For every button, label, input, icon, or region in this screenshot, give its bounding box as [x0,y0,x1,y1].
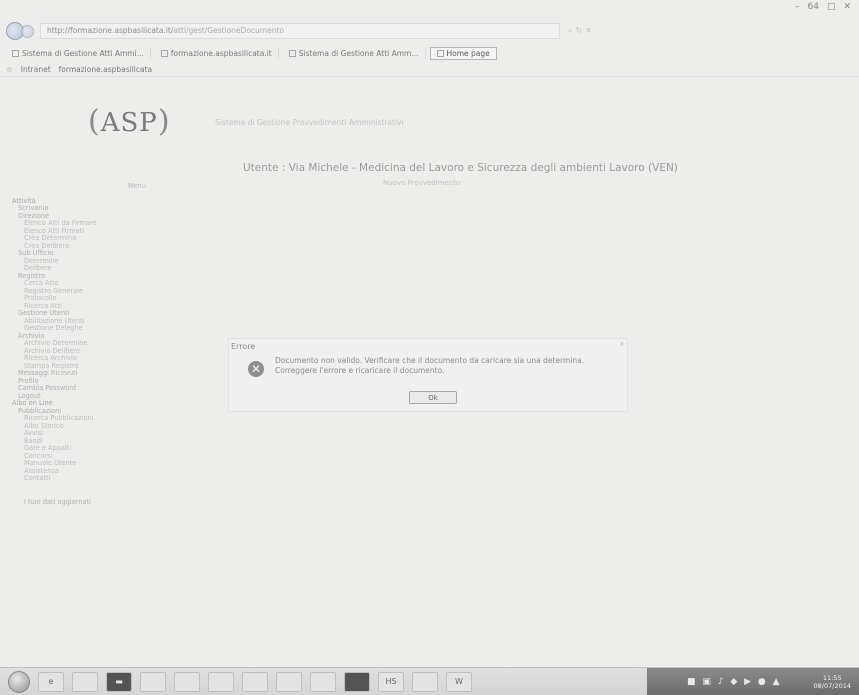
zoom-indicator: 64 [807,2,819,12]
taskbar-app-10[interactable] [344,671,370,692]
favorites-star-icon[interactable]: ☆ [6,65,13,74]
refresh-icon[interactable]: ↻ [575,26,585,35]
dialog-title: Errore [231,342,256,351]
stop-icon[interactable]: ✕ [585,26,595,35]
taskbar-app-4[interactable] [140,671,166,692]
dialog-message-line-1: Documento non valido. Verificare che il … [275,356,585,365]
favorite-formazione[interactable]: formazione.aspbasilicata [59,65,152,74]
sidebar-item[interactable]: Messaggi Ricevuti [12,369,192,378]
browser-window: – 64 □ ✕ http://formazione.aspbasilicata… [0,0,859,667]
title-bar: – 64 □ ✕ [0,0,859,18]
sidebar-title: Menu [127,182,147,190]
taskbar-app-ie[interactable]: e [38,671,64,692]
asp-logo: (ASP) [88,104,171,139]
forward-button[interactable] [21,24,34,38]
close-icon[interactable]: ✕ [843,2,851,12]
clock[interactable]: 11:55 08/07/2014 [814,674,851,690]
taskbar-app-9[interactable] [310,671,336,692]
dialog-message: Documento non valido. Verificare che il … [275,356,584,376]
address-tools[interactable]: ⌕↻✕ [568,26,595,36]
tab-formazione[interactable]: formazione.aspbasilicata.it [155,47,279,59]
taskbar: e ▬ HS W ■ ▣ ♪ ◆ ▶ ● ▲ 11:55 08/07/2014 [0,667,859,695]
sidebar-items: Attività Scrivania Direzione Elenco Atti da… [12,197,192,483]
address-host: http://formazione.aspbasilicata.it/ [47,26,174,35]
page-subtitle[interactable]: Nuovo Provvedimento [383,179,460,187]
dialog-close-icon[interactable]: x [620,340,624,348]
taskbar-app-12[interactable] [412,671,438,692]
dialog-message-line-2: Correggere l'errore e ricaricare il docu… [275,366,445,375]
window-controls: – 64 □ ✕ [795,2,851,12]
favorites-bar: ☆ Intranet formazione.aspbasilicata [0,63,859,77]
tab-home-page[interactable]: Home page [429,46,497,60]
start-button[interactable] [8,670,30,693]
taskbar-app-7[interactable] [242,671,268,692]
page-icon [160,49,168,57]
error-icon: ✕ [248,361,264,377]
page-icon [12,49,19,57]
tab-bar: Sistema di Gestione Atti Ammi... formazi… [0,44,859,62]
taskbar-app-terminal[interactable]: ▬ [106,671,132,692]
user-info: Utente : Via Michele - Medicina del Lavo… [243,162,678,174]
ok-button[interactable]: Ok [409,391,457,404]
page-icon [436,49,444,57]
taskbar-app-6[interactable] [208,671,234,692]
maximize-icon[interactable]: □ [827,2,836,12]
sidebar-item[interactable]: Contatti [12,474,192,483]
navigation-bar: http://formazione.aspbasilicata.it/atti/… [0,18,859,44]
tab-atti-1[interactable]: Sistema di Gestione Atti Ammi... [6,47,151,59]
system-name: Sistema di Gestione Provvedimenti Ammini… [215,118,404,127]
minimize-icon[interactable]: – [795,2,800,12]
sidebar-footer-link[interactable]: I tuoi dati aggiornati [12,498,192,507]
address-path: atti/gest/GestioneDocumento [173,26,284,35]
taskbar-app-word[interactable]: W [446,671,472,692]
page-icon [288,49,296,57]
sidebar-menu: Menu Attività Scrivania Direzione Elenco At… [12,182,192,507]
taskbar-app-5[interactable] [174,671,200,692]
system-tray: ■ ▣ ♪ ◆ ▶ ● ▲ 11:55 08/07/2014 [647,667,859,695]
tray-icons[interactable]: ■ ▣ ♪ ◆ ▶ ● ▲ [647,677,814,686]
error-dialog: Errore x ✕ Documento non valido. Verific… [228,338,628,412]
tab-atti-2[interactable]: Sistema di Gestione Atti Amm... [283,47,426,59]
taskbar-app-8[interactable] [276,671,302,692]
taskbar-app-folder[interactable] [72,671,98,692]
taskbar-app-hs[interactable]: HS [378,671,404,692]
clock-date: 08/07/2014 [813,681,851,690]
clock-time: 11:55 [822,673,842,682]
favorite-intranet[interactable]: Intranet [21,65,51,74]
address-bar[interactable]: http://formazione.aspbasilicata.it/atti/… [40,23,560,39]
